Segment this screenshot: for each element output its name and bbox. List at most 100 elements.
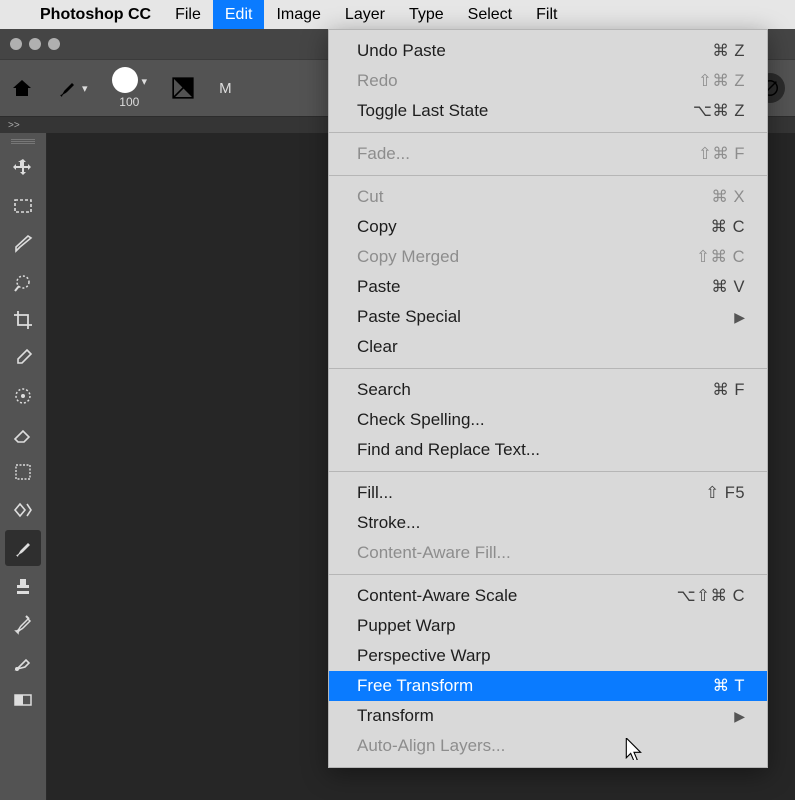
tool-crop[interactable]	[5, 302, 41, 338]
tool-marquee[interactable]	[5, 188, 41, 224]
menu-item-label: Copy Merged	[357, 247, 459, 267]
menubar-item-edit[interactable]: Edit	[213, 0, 265, 29]
menubar-item-filt[interactable]: Filt	[524, 0, 569, 29]
tool-grad[interactable]	[5, 682, 41, 718]
tool-brush[interactable]	[5, 530, 41, 566]
tab-overflow-chevrons[interactable]: >>	[8, 120, 20, 131]
menu-item-label: Puppet Warp	[357, 616, 456, 636]
menu-item-label: Paste Special	[357, 307, 461, 327]
menu-item-search[interactable]: Search ⌘ F	[329, 375, 767, 405]
menu-separator	[329, 175, 767, 176]
menu-item-label: Transform	[357, 706, 434, 726]
menu-item-shortcut: ⌘ T	[713, 676, 745, 696]
tool-magic[interactable]	[5, 264, 41, 300]
brush-size-label: 100	[119, 95, 139, 109]
menu-item-free-transform[interactable]: Free Transform ⌘ T	[329, 671, 767, 701]
menu-separator	[329, 471, 767, 472]
menubar-item-type[interactable]: Type	[397, 0, 456, 29]
menu-item-shortcut: ⇧⌘ Z	[698, 71, 745, 91]
menu-item-label: Undo Paste	[357, 41, 446, 61]
menubar-item-image[interactable]: Image	[264, 0, 332, 29]
menu-item-copy-merged: Copy Merged⇧⌘ C	[329, 242, 767, 272]
menu-item-label: Stroke...	[357, 513, 420, 533]
brush-preset-picker[interactable]: ▾ 100	[112, 67, 148, 109]
edit-menu-dropdown: Undo Paste ⌘ Z Redo ⇧⌘ Z Toggle Last State⌥⌘…	[328, 29, 768, 768]
brush-panel-toggle[interactable]	[171, 76, 195, 100]
menu-item-shortcut: ⌘ F	[712, 380, 745, 400]
menu-item-label: Fade...	[357, 144, 410, 164]
menu-item-shortcut: ⌥⌘ Z	[693, 101, 745, 121]
menu-item-stroke[interactable]: Stroke...	[329, 508, 767, 538]
menubar-item-layer[interactable]: Layer	[333, 0, 397, 29]
menu-item-shortcut: ⌘ V	[711, 277, 745, 297]
menu-item-label: Perspective Warp	[357, 646, 491, 666]
menu-item-label: Check Spelling...	[357, 410, 485, 430]
menu-item-label: Free Transform	[357, 676, 473, 696]
brush-preview-icon	[112, 67, 138, 93]
menu-item-label: Clear	[357, 337, 398, 357]
chevron-down-icon: ▾	[142, 75, 148, 88]
menubar-item-file[interactable]: File	[163, 0, 213, 29]
menu-item-content-aware-fill: Content-Aware Fill...	[329, 538, 767, 568]
menu-item-toggle-last-state[interactable]: Toggle Last State⌥⌘ Z	[329, 96, 767, 126]
window-close-button[interactable]	[10, 38, 22, 50]
mac-menubar: Photoshop CC FileEditImageLayerTypeSelec…	[0, 0, 795, 29]
menu-item-copy[interactable]: Copy⌘ C	[329, 212, 767, 242]
menu-item-shortcut: ⌥⇧⌘ C	[677, 586, 745, 606]
menu-item-label: Redo	[357, 71, 398, 91]
menu-item-auto-align-layers: Auto-Align Layers...	[329, 731, 767, 761]
menu-item-perspective-warp[interactable]: Perspective Warp	[329, 641, 767, 671]
menu-item-fade: Fade... ⇧⌘ F	[329, 139, 767, 169]
menu-item-label: Cut	[357, 187, 383, 207]
menu-item-label: Auto-Align Layers...	[357, 736, 505, 756]
submenu-arrow-icon: ▶	[734, 309, 745, 326]
tool-patch[interactable]	[5, 454, 41, 490]
menu-item-cut: Cut ⌘ X	[329, 182, 767, 212]
menu-item-label: Content-Aware Fill...	[357, 543, 511, 563]
menu-item-undo-paste[interactable]: Undo Paste ⌘ Z	[329, 36, 767, 66]
tool-mix[interactable]	[5, 644, 41, 680]
menu-item-shortcut: ⌘ X	[711, 187, 745, 207]
tool-dodge[interactable]	[5, 492, 41, 528]
menubar-app-name[interactable]: Photoshop CC	[28, 0, 163, 29]
menu-item-puppet-warp[interactable]: Puppet Warp	[329, 611, 767, 641]
menu-item-paste-special[interactable]: Paste Special ▶	[329, 302, 767, 332]
menu-item-shortcut: ⇧⌘ F	[698, 144, 745, 164]
menu-item-shortcut: ⇧ F5	[705, 483, 745, 503]
chevron-down-icon: ▾	[82, 82, 88, 95]
menu-item-label: Search	[357, 380, 411, 400]
menu-item-paste[interactable]: Paste ⌘ V	[329, 272, 767, 302]
tool-spot[interactable]	[5, 378, 41, 414]
menu-item-label: Fill...	[357, 483, 393, 503]
menu-separator	[329, 574, 767, 575]
tools-panel	[0, 133, 47, 800]
menubar-item-select[interactable]: Select	[456, 0, 524, 29]
menu-separator	[329, 368, 767, 369]
submenu-arrow-icon: ▶	[734, 708, 745, 725]
tool-lasso[interactable]	[5, 226, 41, 262]
home-button[interactable]	[10, 77, 32, 99]
menu-item-transform[interactable]: Transform ▶	[329, 701, 767, 731]
tool-move[interactable]	[5, 150, 41, 186]
menu-item-check-spelling[interactable]: Check Spelling...	[329, 405, 767, 435]
panel-grip[interactable]	[11, 139, 35, 144]
tool-stamp[interactable]	[5, 568, 41, 604]
mode-label-letter: M	[219, 80, 232, 97]
menu-item-label: Content-Aware Scale	[357, 586, 517, 606]
menu-item-redo: Redo ⇧⌘ Z	[329, 66, 767, 96]
menu-item-label: Copy	[357, 217, 397, 237]
menu-item-shortcut: ⌘ Z	[712, 41, 745, 61]
menu-item-label: Find and Replace Text...	[357, 440, 540, 460]
menu-item-content-aware-scale[interactable]: Content-Aware Scale ⌥⇧⌘ C	[329, 581, 767, 611]
menu-item-find-and-replace-text[interactable]: Find and Replace Text...	[329, 435, 767, 465]
tool-eraser[interactable]	[5, 416, 41, 452]
tool-hist[interactable]	[5, 606, 41, 642]
window-minimize-button[interactable]	[29, 38, 41, 50]
menu-item-fill[interactable]: Fill... ⇧ F5	[329, 478, 767, 508]
tool-preset-picker[interactable]: ▾	[56, 77, 88, 99]
menu-separator	[329, 132, 767, 133]
menu-item-clear[interactable]: Clear	[329, 332, 767, 362]
menu-item-label: Paste	[357, 277, 400, 297]
tool-eyedrop[interactable]	[5, 340, 41, 376]
window-zoom-button[interactable]	[48, 38, 60, 50]
